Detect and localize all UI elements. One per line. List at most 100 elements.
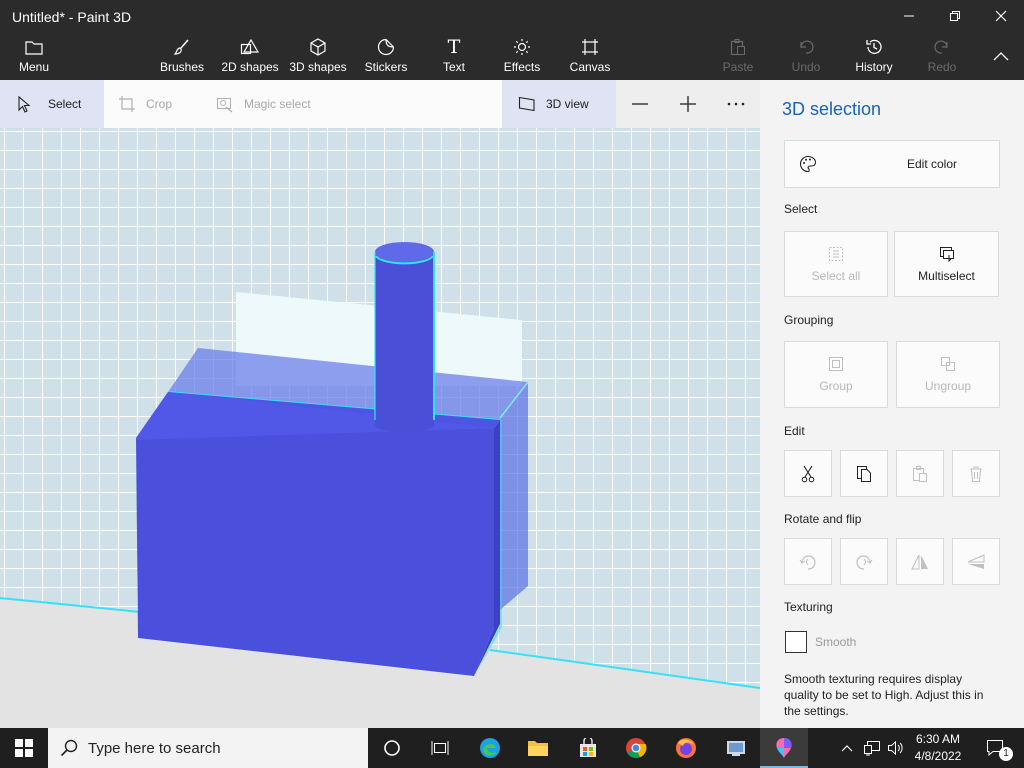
stickers-label: Stickers — [364, 60, 408, 74]
clock-date: 4/8/2022 — [914, 749, 962, 763]
view-controls: 3D view — [502, 80, 760, 128]
firefox-icon — [676, 738, 696, 758]
delete-button[interactable] — [952, 450, 1000, 497]
palette-icon — [799, 155, 817, 173]
search-placeholder: Type here to search — [88, 739, 221, 757]
minimize-button[interactable] — [886, 0, 932, 32]
effects-button[interactable]: Effects — [488, 36, 556, 78]
group-button[interactable]: Group — [784, 341, 888, 408]
flip-vertical-button[interactable] — [952, 538, 1000, 585]
3d-view-button[interactable]: 3D view — [502, 80, 616, 128]
2d-shapes-label: 2D shapes — [221, 60, 279, 74]
network-button[interactable] — [860, 728, 884, 768]
undo-button[interactable]: Undo — [772, 36, 840, 78]
ungroup-button[interactable]: Ungroup — [896, 341, 1000, 408]
text-label: Text — [442, 60, 465, 74]
cursor-icon — [16, 95, 32, 113]
paint3d-app[interactable] — [760, 728, 808, 768]
zoom-out-button[interactable] — [616, 80, 664, 128]
text-icon: T — [447, 36, 461, 58]
canvas-icon — [581, 36, 599, 58]
task-view-button[interactable] — [416, 728, 464, 768]
store-app[interactable] — [564, 728, 612, 768]
redo-label: Redo — [927, 60, 957, 74]
stickers-button[interactable]: Stickers — [352, 36, 420, 78]
effects-icon — [513, 36, 531, 58]
brushes-button[interactable]: Brushes — [148, 36, 216, 78]
magic-select-button[interactable]: Magic select — [216, 80, 346, 128]
firefox-app[interactable] — [662, 728, 710, 768]
show-hidden-icons-button[interactable] — [836, 728, 858, 768]
3d-shapes-button[interactable]: 3D shapes — [284, 36, 352, 78]
2d-shapes-button[interactable]: 2D shapes — [216, 36, 284, 78]
cut-button[interactable] — [784, 450, 832, 497]
redo-button[interactable]: Redo — [908, 36, 976, 78]
box-front — [136, 428, 494, 676]
copy-button[interactable] — [840, 450, 888, 497]
start-button[interactable] — [0, 728, 48, 768]
history-label: History — [855, 60, 893, 74]
redo-icon — [933, 36, 951, 58]
action-center-button[interactable]: 1 — [972, 728, 1020, 768]
menu-button[interactable]: Menu — [0, 36, 68, 78]
select-tool-button[interactable]: Select — [0, 80, 104, 128]
clock[interactable]: 6:30 AM 4/8/2022 — [910, 731, 966, 765]
undo-icon — [797, 36, 815, 58]
text-button[interactable]: T Text — [420, 36, 488, 78]
canvas-label: Canvas — [569, 60, 611, 74]
multiselect-label: Multiselect — [918, 268, 975, 283]
more-icon — [727, 102, 745, 106]
smooth-label: Smooth — [815, 635, 857, 649]
restore-button[interactable] — [932, 0, 978, 32]
store-icon — [580, 738, 596, 757]
cube-icon — [309, 36, 327, 58]
cortana-button[interactable] — [368, 728, 416, 768]
network-icon — [864, 741, 880, 756]
crop-tool-button[interactable]: Crop — [118, 80, 208, 128]
edge-icon — [480, 738, 500, 758]
history-button[interactable]: History — [840, 36, 908, 78]
canvas-button[interactable]: Canvas — [556, 36, 624, 78]
smooth-checkbox[interactable] — [785, 631, 807, 653]
smooth-note: Smooth texturing requires display qualit… — [784, 672, 984, 718]
edit-color-button[interactable]: Edit color — [784, 140, 1000, 188]
title-bar: Untitled* - Paint 3D Menu Brushes 2D sha… — [0, 0, 1024, 80]
rotate-left-button[interactable] — [784, 538, 832, 585]
taskbar-search[interactable]: Type here to search — [48, 728, 368, 768]
more-options-button[interactable] — [712, 80, 760, 128]
chrome-app[interactable] — [612, 728, 660, 768]
notification-badge: 1 — [999, 747, 1013, 761]
edit-color-label: Edit color — [907, 157, 958, 171]
edge-app[interactable] — [466, 728, 514, 768]
select-heading: Select — [784, 202, 818, 216]
file-explorer-app[interactable] — [514, 728, 562, 768]
cylinder-body — [375, 252, 434, 426]
texturing-heading: Texturing — [784, 600, 833, 614]
search-icon — [60, 739, 78, 757]
multiselect-button[interactable]: Multiselect — [894, 231, 999, 297]
cut-icon — [801, 465, 815, 483]
paste-button[interactable]: Paste — [704, 36, 772, 78]
panel-title: 3D selection — [782, 99, 882, 119]
collapse-toolbar-button[interactable] — [978, 40, 1024, 72]
multiselect-icon — [939, 246, 955, 262]
paint3d-icon — [776, 738, 792, 758]
close-button[interactable] — [978, 0, 1024, 32]
ungroup-icon — [940, 356, 956, 372]
brushes-label: Brushes — [159, 60, 205, 74]
rotate-heading: Rotate and flip — [784, 512, 862, 526]
delete-icon — [969, 465, 983, 483]
3d-shapes-label: 3D shapes — [289, 60, 347, 74]
grouping-heading: Grouping — [784, 313, 834, 327]
volume-button[interactable] — [884, 728, 908, 768]
zoom-in-button[interactable] — [664, 80, 712, 128]
paste-object-button[interactable] — [896, 450, 944, 497]
select-all-button[interactable]: Select all — [784, 231, 888, 297]
flip-horizontal-button[interactable] — [896, 538, 944, 585]
control-panel-app[interactable] — [712, 728, 760, 768]
crop-icon — [118, 95, 136, 113]
group-icon — [828, 356, 844, 372]
rotate-right-button[interactable] — [840, 538, 888, 585]
3d-canvas[interactable] — [0, 128, 760, 728]
3d-view-label: 3D view — [546, 97, 589, 111]
